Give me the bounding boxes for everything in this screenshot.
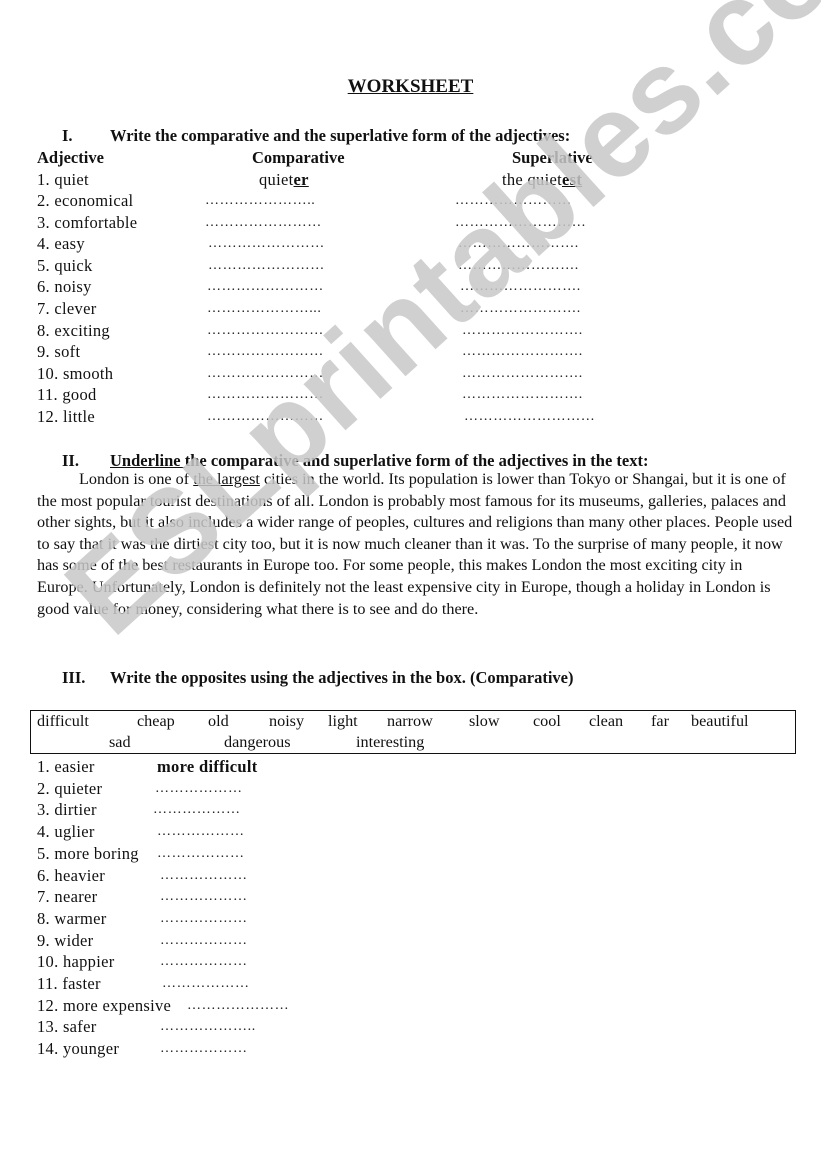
box-word: old — [208, 712, 229, 730]
example-superlative-stem: the quiet — [502, 170, 562, 189]
box-word: narrow — [387, 712, 433, 730]
opposite-item: 1. easier — [37, 757, 95, 776]
box-word: difficult — [37, 712, 89, 730]
answer-blank[interactable]: ……………….. — [160, 1019, 256, 1035]
comparative-blank[interactable]: …………………… — [207, 323, 324, 339]
superlative-blank[interactable]: ……………………. — [460, 279, 581, 295]
adjective-item: 6. noisy — [37, 277, 92, 297]
opposite-item: 6. heavier — [37, 865, 106, 885]
superlative-blank[interactable]: ……………………. — [460, 301, 581, 317]
london-text-after: cities in the world. Its population is l… — [37, 470, 793, 618]
superlative-blank[interactable]: ……………………. — [458, 258, 579, 274]
opposite-item: 11. faster — [37, 974, 101, 993]
answer-blank[interactable]: ……………… — [160, 1041, 248, 1057]
london-text: London is one of the largest cities in t… — [37, 469, 797, 620]
london-text-example-underlined: the largest — [193, 470, 260, 488]
answer-blank[interactable]: ……………… — [160, 868, 248, 884]
comparative-blank[interactable]: …………………… — [207, 279, 324, 295]
example-comparative-suffix: er — [293, 170, 309, 189]
opposite-item: 5. more boring — [37, 843, 139, 863]
comparative-blank[interactable]: …………………… — [207, 344, 324, 360]
comparative-blank[interactable]: …………………… — [208, 236, 325, 252]
superlative-blank[interactable]: ……………………. — [462, 344, 583, 360]
example-comparative: quieter — [259, 170, 309, 190]
comparative-blank[interactable]: …………………… — [207, 409, 324, 425]
section2-numeral: II. — [62, 451, 79, 470]
answer-blank[interactable]: ……………… — [157, 824, 245, 840]
box-word: beautiful — [691, 712, 749, 730]
superlative-blank[interactable]: ……………………… — [464, 409, 595, 425]
box-word: dangerous — [224, 733, 291, 751]
adjective-item: 8. exciting — [37, 320, 110, 340]
section3-numeral: III. — [62, 668, 86, 687]
box-word: cheap — [137, 712, 175, 730]
superlative-blank[interactable]: ……………………. — [458, 236, 579, 252]
opposite-item: 9. wider — [37, 930, 94, 950]
box-word: interesting — [356, 733, 425, 751]
superlative-blank[interactable]: ……………………. — [462, 387, 583, 403]
box-word: slow — [469, 712, 500, 730]
superlative-blank[interactable]: ……………………… — [455, 215, 586, 231]
box-word: clean — [589, 712, 624, 730]
example-comparative-stem: quiet — [259, 170, 294, 189]
example-superlative-suffix: est — [561, 170, 583, 189]
adjective-item: 7. clever — [37, 299, 97, 318]
opposite-item: 7. nearer — [37, 887, 98, 907]
box-word: cool — [533, 712, 561, 730]
comparative-blank[interactable]: …………………… — [208, 258, 325, 274]
adjective-item: 3. comfortable — [37, 212, 138, 232]
adjective-item: 12. little — [37, 407, 95, 426]
comparative-blank[interactable]: …………………… — [207, 387, 324, 403]
superlative-blank[interactable]: …………………… — [455, 193, 572, 209]
section2-instruction-underlined: Underline — [110, 451, 185, 470]
adjective-item: 10. smooth — [37, 363, 114, 383]
comparative-blank[interactable]: ………………….. — [205, 193, 315, 209]
answer-blank[interactable]: ……………… — [160, 889, 248, 905]
section1-numeral: I. — [62, 126, 73, 145]
box-word: light — [328, 712, 358, 730]
opposite-item: 13. safer — [37, 1017, 97, 1037]
london-text-before: London is one of — [79, 470, 194, 488]
section2-instruction-rest: the comparative and superlative form of … — [184, 451, 649, 470]
box-word: far — [651, 712, 669, 730]
answer-blank[interactable]: ……………… — [160, 933, 248, 949]
answer-blank[interactable]: ……………… — [160, 911, 248, 927]
adjective-item: 9. soft — [37, 342, 81, 362]
opposite-item: 14. younger — [37, 1039, 120, 1059]
header-superlative: Superlative — [512, 148, 593, 167]
box-word: noisy — [269, 712, 305, 730]
adjective-item: 4. easy — [37, 234, 85, 254]
opposite-item: 8. warmer — [37, 908, 107, 928]
example-adjective: 1. quiet — [37, 170, 89, 189]
answer-blank[interactable]: ………………… — [187, 998, 289, 1014]
section1-instruction: Write the comparative and the superlativ… — [110, 126, 571, 145]
example-answer: more difficult — [157, 757, 258, 776]
answer-blank[interactable]: ……………… — [153, 802, 241, 818]
comparative-blank[interactable]: …………………… — [207, 366, 324, 382]
comparative-blank[interactable]: …………………... — [207, 301, 322, 317]
opposite-item: 4. uglier — [37, 822, 95, 842]
adjective-item: 11. good — [37, 385, 97, 405]
superlative-blank[interactable]: ……………………. — [462, 366, 583, 382]
header-comparative: Comparative — [252, 148, 345, 167]
example-superlative: the quietest — [502, 170, 582, 190]
opposite-item: 10. happier — [37, 952, 115, 972]
adjective-item: 5. quick — [37, 255, 93, 275]
opposite-item: 2. quieter — [37, 778, 103, 798]
worksheet-title: WORKSHEET — [347, 76, 474, 97]
opposite-item: 12. more expensive — [37, 995, 172, 1015]
adjective-item: 2. economical — [37, 191, 134, 210]
answer-blank[interactable]: ……………… — [155, 781, 243, 797]
section2-instruction: Underline the comparative and superlativ… — [110, 451, 648, 471]
comparative-blank[interactable]: …………………… — [205, 215, 322, 231]
answer-blank[interactable]: ……………… — [162, 976, 250, 992]
opposite-item: 3. dirtier — [37, 800, 97, 820]
header-adjective: Adjective — [37, 148, 104, 167]
word-box: difficult cheap old noisy light narrow s… — [30, 710, 796, 754]
answer-blank[interactable]: ……………… — [160, 954, 248, 970]
section3-instruction: Write the opposites using the adjectives… — [110, 668, 574, 687]
superlative-blank[interactable]: ……………………. — [462, 323, 583, 339]
answer-blank[interactable]: ……………… — [157, 846, 245, 862]
box-word: sad — [109, 733, 131, 751]
